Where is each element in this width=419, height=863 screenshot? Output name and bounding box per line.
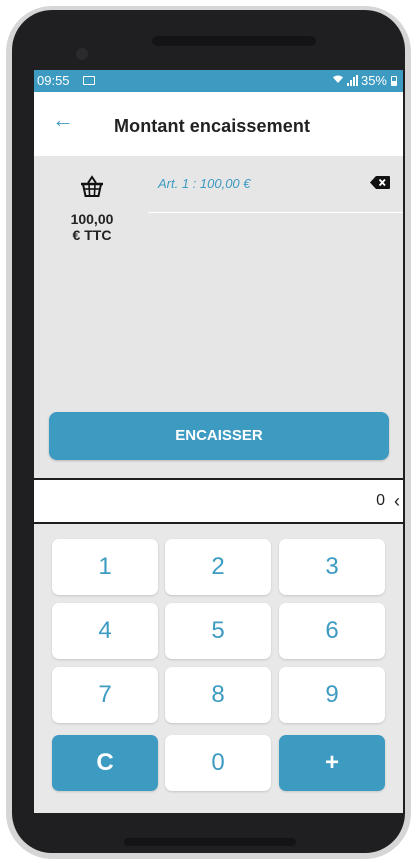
cart-total-amount: 100,00 bbox=[70, 211, 114, 227]
phone-bottom-bar bbox=[124, 838, 296, 846]
cart-total-unit: € TTC bbox=[72, 227, 112, 243]
app-bar: ← Montant encaissement bbox=[34, 92, 403, 156]
backspace-delete-icon[interactable] bbox=[370, 176, 390, 189]
encaisser-button[interactable]: ENCAISSER bbox=[49, 412, 389, 460]
article-line-item[interactable]: Art. 1 : 100,00 € bbox=[158, 176, 251, 191]
key-4[interactable]: 4 bbox=[52, 603, 158, 659]
entry-value: 0 bbox=[376, 492, 385, 509]
amount-entry-display: 0 ‹ bbox=[34, 478, 403, 524]
earpiece-speaker bbox=[152, 36, 316, 46]
battery-percent: 35% bbox=[360, 73, 387, 88]
phone-screen: 09:55 35% ← Montant encaissement 100,00 … bbox=[34, 70, 403, 813]
cart-total: 100,00 € TTC bbox=[52, 211, 132, 243]
back-arrow-icon[interactable]: ← bbox=[52, 109, 74, 131]
page-title: Montant encaissement bbox=[114, 116, 311, 136]
key-6[interactable]: 6 bbox=[279, 603, 385, 659]
chevron-left-icon[interactable]: ‹ bbox=[394, 491, 400, 512]
key-2[interactable]: 2 bbox=[165, 539, 271, 595]
key-9[interactable]: 9 bbox=[279, 667, 385, 723]
key-7[interactable]: 7 bbox=[52, 667, 158, 723]
signal-icon bbox=[346, 75, 358, 86]
article-divider bbox=[148, 212, 403, 213]
key-5[interactable]: 5 bbox=[165, 603, 271, 659]
battery-icon bbox=[391, 75, 397, 86]
key-0[interactable]: 0 bbox=[165, 735, 271, 791]
numeric-keypad: 1 2 3 4 5 6 7 8 9 C 0 + bbox=[34, 524, 403, 813]
key-3[interactable]: 3 bbox=[279, 539, 385, 595]
status-time: 09:55 bbox=[37, 73, 70, 88]
plus-key[interactable]: + bbox=[279, 735, 385, 791]
status-indicators: 35% bbox=[332, 73, 397, 88]
basket-icon bbox=[81, 175, 103, 197]
status-bar: 09:55 35% bbox=[34, 70, 403, 92]
front-camera bbox=[76, 48, 88, 60]
key-1[interactable]: 1 bbox=[52, 539, 158, 595]
key-8[interactable]: 8 bbox=[165, 667, 271, 723]
clear-key[interactable]: C bbox=[52, 735, 158, 791]
wifi-icon bbox=[332, 74, 344, 87]
image-notification-icon bbox=[83, 76, 95, 85]
